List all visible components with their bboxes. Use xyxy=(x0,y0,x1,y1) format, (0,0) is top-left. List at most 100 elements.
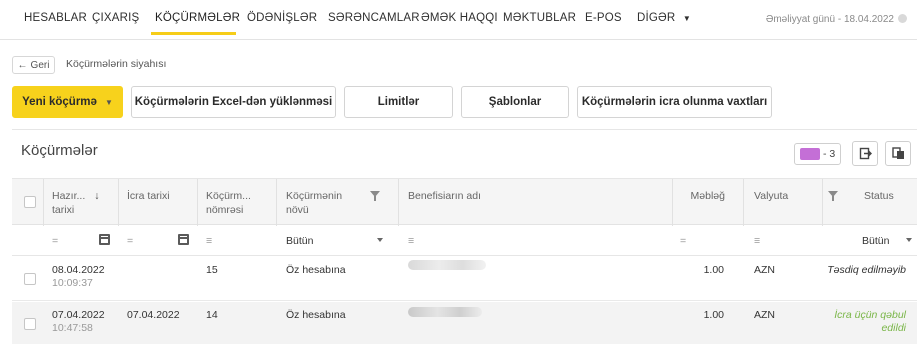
column-separator xyxy=(672,179,673,226)
nav-diger[interactable]: DİGƏR ▼ xyxy=(637,12,691,24)
cell-currency: AZN xyxy=(754,309,775,321)
nav-serencamlar[interactable]: SƏRƏNCAMLAR xyxy=(328,12,420,24)
cell-type: Öz hesabına xyxy=(286,309,346,321)
beneficiary-filter-icon[interactable]: ≡ xyxy=(408,235,414,247)
exec-date-filter-operator[interactable]: = xyxy=(127,235,133,247)
nav-emek-haqqi[interactable]: ƏMƏK HAQQI xyxy=(421,12,498,24)
column-separator xyxy=(197,179,198,226)
chevron-down-icon[interactable] xyxy=(906,238,912,242)
status-line1: Təsdiq edilməyib xyxy=(827,264,906,276)
nav-diger-label: DİGƏR xyxy=(637,12,676,24)
row-checkbox[interactable] xyxy=(24,273,36,285)
header-prep-date[interactable]: Hazır... ↓ tarixi xyxy=(52,189,99,217)
copy-button[interactable] xyxy=(885,141,911,166)
header-exec-date[interactable]: İcra tarixi xyxy=(127,189,170,203)
cell-type: Öz hesabına xyxy=(286,264,346,276)
calendar-icon[interactable] xyxy=(178,234,189,245)
operation-day-text: Əməliyyat günü - 18.04.2022 xyxy=(765,14,894,25)
header-type-line2: növü xyxy=(286,204,309,216)
cell-amount: 1.00 xyxy=(703,309,724,321)
back-button[interactable]: ← Geri xyxy=(12,56,55,74)
filter-icon[interactable] xyxy=(828,191,838,201)
sort-down-icon: ↓ xyxy=(94,190,100,202)
cell-prep-date: 08.04.2022 10:09:37 xyxy=(52,264,105,290)
header-prep-date-line1: Hazır... xyxy=(52,190,86,202)
status-dot-icon xyxy=(898,14,907,23)
header-type[interactable]: Köçürmənin növü xyxy=(286,189,342,217)
top-navigation: HESABLAR ÇIXARIŞ KÖÇÜRMƏLƏR ÖDƏNİŞLƏR SƏ… xyxy=(0,0,917,40)
header-status[interactable]: Status xyxy=(864,189,894,203)
nav-kocurmeler[interactable]: KÖÇÜRMƏLƏR xyxy=(155,12,240,24)
header-beneficiary[interactable]: Benefisiarın adı xyxy=(408,189,481,203)
nav-e-pos[interactable]: E-POS xyxy=(585,12,622,24)
export-button[interactable] xyxy=(852,141,878,166)
column-separator xyxy=(743,179,744,226)
type-filter-select[interactable]: Bütün xyxy=(286,235,313,247)
nav-hesablar[interactable]: HESABLAR xyxy=(24,12,87,24)
operation-day: Əməliyyat günü - 18.04.2022 xyxy=(766,14,907,25)
table-row[interactable]: 07.04.2022 10:47:58 07.04.2022 14 Öz hes… xyxy=(12,302,917,344)
breadcrumb-current: Köçürmələrin siyahısı xyxy=(66,58,167,70)
cell-amount: 1.00 xyxy=(703,264,724,276)
beneficiary-redacted xyxy=(408,307,482,317)
copy-icon xyxy=(891,147,904,159)
currency-filter-icon[interactable]: ≡ xyxy=(754,235,760,247)
arrow-left-icon: ← xyxy=(17,59,28,71)
status-filter-select[interactable]: Bütün xyxy=(862,235,889,247)
filter-chip-count: - 3 xyxy=(823,148,836,160)
table-row[interactable]: 08.04.2022 10:09:37 15 Öz hesabına 1.00 … xyxy=(12,257,917,301)
prep-date-filter-operator[interactable]: = xyxy=(52,235,58,247)
filter-icon[interactable] xyxy=(370,191,380,201)
chevron-down-icon[interactable] xyxy=(377,238,383,242)
column-separator xyxy=(822,179,823,226)
column-separator xyxy=(276,179,277,226)
color-swatch-icon xyxy=(800,148,820,160)
cell-status: Təsdiq edilməyib xyxy=(827,264,906,277)
header-prep-date-line2: tarixi xyxy=(52,204,75,216)
new-transfer-label: Yeni köçürmə xyxy=(22,96,97,108)
header-number-line1: Köçürm... xyxy=(206,190,251,202)
status-line1: İcra üçün qəbul xyxy=(834,309,906,321)
table-header: Hazır... ↓ tarixi İcra tarixi Köçürm... … xyxy=(12,178,917,226)
status-line2: edildi xyxy=(881,322,906,334)
beneficiary-redacted xyxy=(408,260,486,270)
prep-time: 10:47:58 xyxy=(52,322,93,334)
chevron-down-icon: ▼ xyxy=(682,14,691,23)
nav-active-indicator xyxy=(151,32,236,35)
cell-prep-date: 07.04.2022 10:47:58 xyxy=(52,309,105,335)
cell-number: 15 xyxy=(206,264,218,276)
header-type-line1: Köçürmənin xyxy=(286,190,343,202)
cell-exec-date: 07.04.2022 xyxy=(127,309,180,321)
prep-time: 10:09:37 xyxy=(52,277,93,289)
nav-mektublar[interactable]: MƏKTUBLAR xyxy=(503,12,576,24)
excel-upload-button[interactable]: Köçürmələrin Excel-dən yüklənməsi xyxy=(131,86,336,118)
column-separator xyxy=(118,179,119,226)
cell-number: 14 xyxy=(206,309,218,321)
calendar-icon[interactable] xyxy=(99,234,110,245)
column-separator xyxy=(398,179,399,226)
nav-cixaris[interactable]: ÇIXARIŞ xyxy=(92,12,139,24)
header-currency[interactable]: Valyuta xyxy=(754,189,788,203)
new-transfer-button[interactable]: Yeni köçürmə ▼ xyxy=(12,86,123,118)
filter-chip[interactable]: - 3 xyxy=(794,143,841,165)
number-filter-icon[interactable]: ≡ xyxy=(206,235,212,247)
amount-filter-operator[interactable]: = xyxy=(680,235,686,247)
header-number[interactable]: Köçürm... nömrəsi xyxy=(206,189,251,217)
transfers-panel: Köçürmələr - 3 Hazır... ↓ tarixi İcra ta… xyxy=(12,129,917,344)
column-separator xyxy=(43,179,44,226)
templates-button[interactable]: Şablonlar xyxy=(461,86,569,118)
cell-status: İcra üçün qəbul edildi xyxy=(834,309,906,335)
header-number-line2: nömrəsi xyxy=(206,204,244,216)
filter-row: = = ≡ Bütün ≡ = ≡ Bütün xyxy=(12,226,917,256)
select-all-checkbox[interactable] xyxy=(24,196,36,208)
execution-times-button[interactable]: Köçürmələrin icra olunma vaxtları xyxy=(577,86,772,118)
export-icon xyxy=(859,147,872,160)
header-amount[interactable]: Məbləğ xyxy=(690,189,725,203)
cell-currency: AZN xyxy=(754,264,775,276)
limits-button[interactable]: Limitlər xyxy=(344,86,453,118)
back-button-label: Geri xyxy=(30,59,50,71)
prep-date: 07.04.2022 xyxy=(52,309,105,321)
nav-odenisler[interactable]: ÖDƏNİŞLƏR xyxy=(247,12,317,24)
row-checkbox[interactable] xyxy=(24,318,36,330)
chevron-down-icon: ▼ xyxy=(104,97,113,107)
